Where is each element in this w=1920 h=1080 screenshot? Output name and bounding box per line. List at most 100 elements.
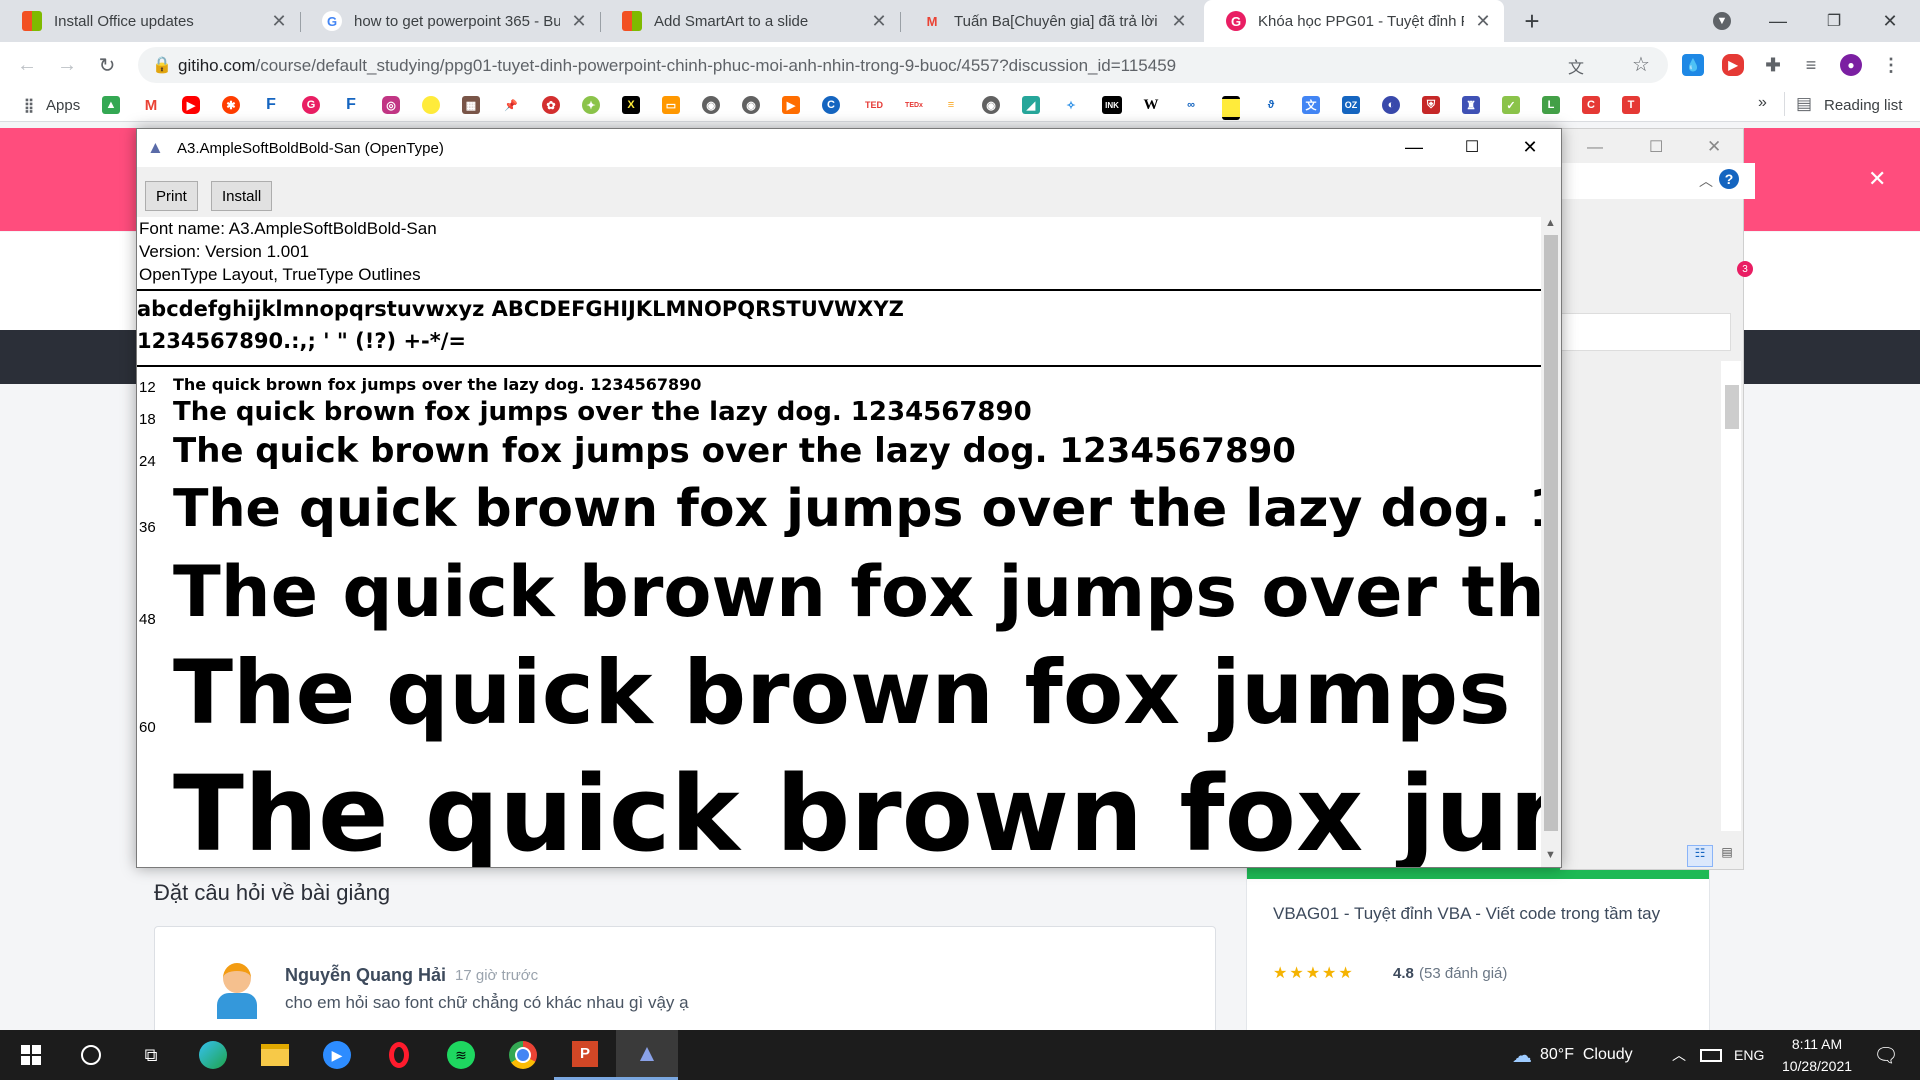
bookmark-icon[interactable]: OZ [1342,96,1360,114]
instagram-icon[interactable]: ◎ [382,96,400,114]
chevron-up-icon[interactable]: ︿ [1699,171,1713,191]
forward-button[interactable]: → [52,50,82,80]
taskbar-opera[interactable] [368,1030,430,1080]
youtube-icon[interactable]: ▶ [182,96,200,114]
close-icon[interactable]: ✕ [1868,166,1886,192]
bg-input[interactable] [1561,313,1731,351]
close-button[interactable]: ✕ [1707,137,1721,157]
shield-icon[interactable]: ⛨ [1422,96,1440,114]
scroll-up-arrow-icon[interactable]: ▲ [1545,217,1556,229]
puzzle-icon[interactable]: ✚ [1762,54,1784,76]
reading-list-icon[interactable]: ▤ [1796,94,1812,114]
maximize-button[interactable]: ☐ [1649,137,1663,157]
taskbar-explorer[interactable] [244,1030,306,1080]
taskbar-spotify[interactable]: ≋ [430,1030,492,1080]
vertical-scrollbar[interactable]: ▲ ▼ [1541,217,1561,867]
back-button[interactable]: ← [12,50,42,80]
tedx-icon[interactable]: TEDx [902,96,926,114]
globe-icon[interactable]: ◉ [702,96,720,114]
scrollbar-thumb[interactable] [1544,235,1558,831]
bookmark-icon[interactable]: ϑ [1262,96,1280,114]
tab-smartart[interactable]: Add SmartArt to a slide ✕ [600,0,900,42]
gmail-icon[interactable]: M [142,96,160,114]
close-icon[interactable]: ✕ [1170,11,1188,32]
tab-gmail[interactable]: M Tuấn Ba[Chuyên gia] đã trả lời m ✕ [900,0,1200,42]
close-icon[interactable]: ✕ [870,11,888,32]
tab-gitiho-active[interactable]: G Khóa học PPG01 - Tuyệt đỉnh Po ✕ [1204,0,1504,42]
taskbar-chrome[interactable] [492,1030,554,1080]
close-icon[interactable]: ✕ [1474,11,1492,32]
view-details-icon[interactable]: ☷ [1687,845,1713,867]
clock[interactable]: 8:11 AM 10/28/2021 [1770,1030,1864,1080]
close-button[interactable]: ✕ [1501,129,1559,165]
address-bar[interactable]: 🔒 gitiho.com/course/default_studying/ppg… [138,47,1668,83]
bookmark-icon[interactable]: ∞ [1182,96,1200,114]
bookmark-icon[interactable]: L [1542,96,1560,114]
new-tab-button[interactable]: + [1502,0,1562,42]
facebook-icon[interactable]: F [342,96,360,114]
x-icon[interactable]: X [622,96,640,114]
avatar[interactable]: ● [1840,54,1862,76]
search-button[interactable] [60,1030,122,1080]
taskbar-edge[interactable] [182,1030,244,1080]
bookmark-icon[interactable]: ✿ [542,96,560,114]
bookmark-icon[interactable]: C [822,96,840,114]
language-indicator[interactable]: ENG [1734,1030,1764,1080]
minimize-button[interactable]: — [1587,139,1603,157]
ted-icon[interactable]: TED [862,96,886,114]
bookmark-icon[interactable] [1222,96,1240,120]
bookmark-icon[interactable]: INK [1102,96,1122,114]
taskbar-font-viewer[interactable]: ▲ [616,1030,678,1080]
start-button[interactable] [0,1030,62,1080]
youtube-ext-icon[interactable]: ▶ [1722,54,1744,76]
weather-widget[interactable]: ☁ 80°F Cloudy [1512,1030,1633,1080]
tray-chevron[interactable]: ︿ [1672,1030,1686,1080]
reading-list-button[interactable]: Reading list [1824,97,1902,114]
bookmark-apps[interactable]: Apps [46,97,80,114]
extension-drop-icon[interactable]: 💧 [1682,54,1704,76]
globe-icon[interactable]: ◉ [982,96,1000,114]
bookmark-icon[interactable]: ◢ [1022,96,1040,114]
bookmark-icon[interactable]: ✧ [1062,96,1080,114]
drive-icon[interactable]: ▲ [102,96,120,114]
bookmarks-overflow[interactable]: » [1758,94,1767,112]
media-icon[interactable]: ≡ [1800,54,1822,76]
check-icon[interactable]: ✓ [1502,96,1520,114]
battery-button[interactable] [1700,1030,1722,1080]
comment-author[interactable]: Nguyễn Quang Hải [285,965,446,986]
bookmark-icon[interactable]: ♜ [1462,96,1480,114]
bookmark-icon[interactable]: ✦ [582,96,600,114]
translate-icon[interactable]: 文 [1302,96,1320,114]
bookmark-icon[interactable] [422,96,440,114]
minimize-button[interactable]: — [1385,129,1443,165]
reload-button[interactable]: ↻ [92,50,122,80]
task-view-button[interactable]: ⧉ [120,1030,182,1080]
bg-scrollbar[interactable] [1721,361,1741,831]
view-preview-icon[interactable]: ▤ [1715,845,1739,865]
notifications-button[interactable]: 🗨 [1866,1030,1906,1080]
scroll-down-arrow-icon[interactable]: ▼ [1545,849,1556,861]
close-icon[interactable]: ✕ [270,11,288,32]
globe-icon[interactable]: ◉ [742,96,760,114]
bookmark-icon[interactable]: ≡ [942,96,960,114]
help-icon[interactable]: ? [1719,169,1739,189]
play-icon[interactable]: ▶ [782,96,800,114]
install-button[interactable]: Install [211,181,273,211]
gitiho-icon[interactable]: G [302,96,320,114]
restore-button[interactable]: ❐ [1806,0,1862,42]
menu-icon[interactable]: ⋮ [1880,54,1902,76]
star-icon[interactable]: ☆ [1632,52,1650,77]
tab-search-button[interactable]: ▼ [1694,0,1750,42]
bookmark-icon[interactable]: T [1622,96,1640,114]
minimize-button[interactable]: — [1750,0,1806,42]
pin-icon[interactable]: 📌 [502,96,520,114]
course-title[interactable]: VBAG01 - Tuyệt đỉnh VBA - Viết code tron… [1273,901,1693,927]
wikipedia-icon[interactable]: W [1142,96,1160,114]
taskbar-zoom[interactable]: ▶ [306,1030,368,1080]
tab-google-search[interactable]: G how to get powerpoint 365 - Bus ✕ [300,0,600,42]
translate-icon[interactable]: 文 [1568,54,1584,78]
bookmark-icon[interactable]: ▭ [662,96,680,114]
bookmark-icon[interactable]: ▦ [462,96,480,114]
close-icon[interactable]: ✕ [570,11,588,32]
taskbar-powerpoint[interactable]: P [554,1030,616,1080]
